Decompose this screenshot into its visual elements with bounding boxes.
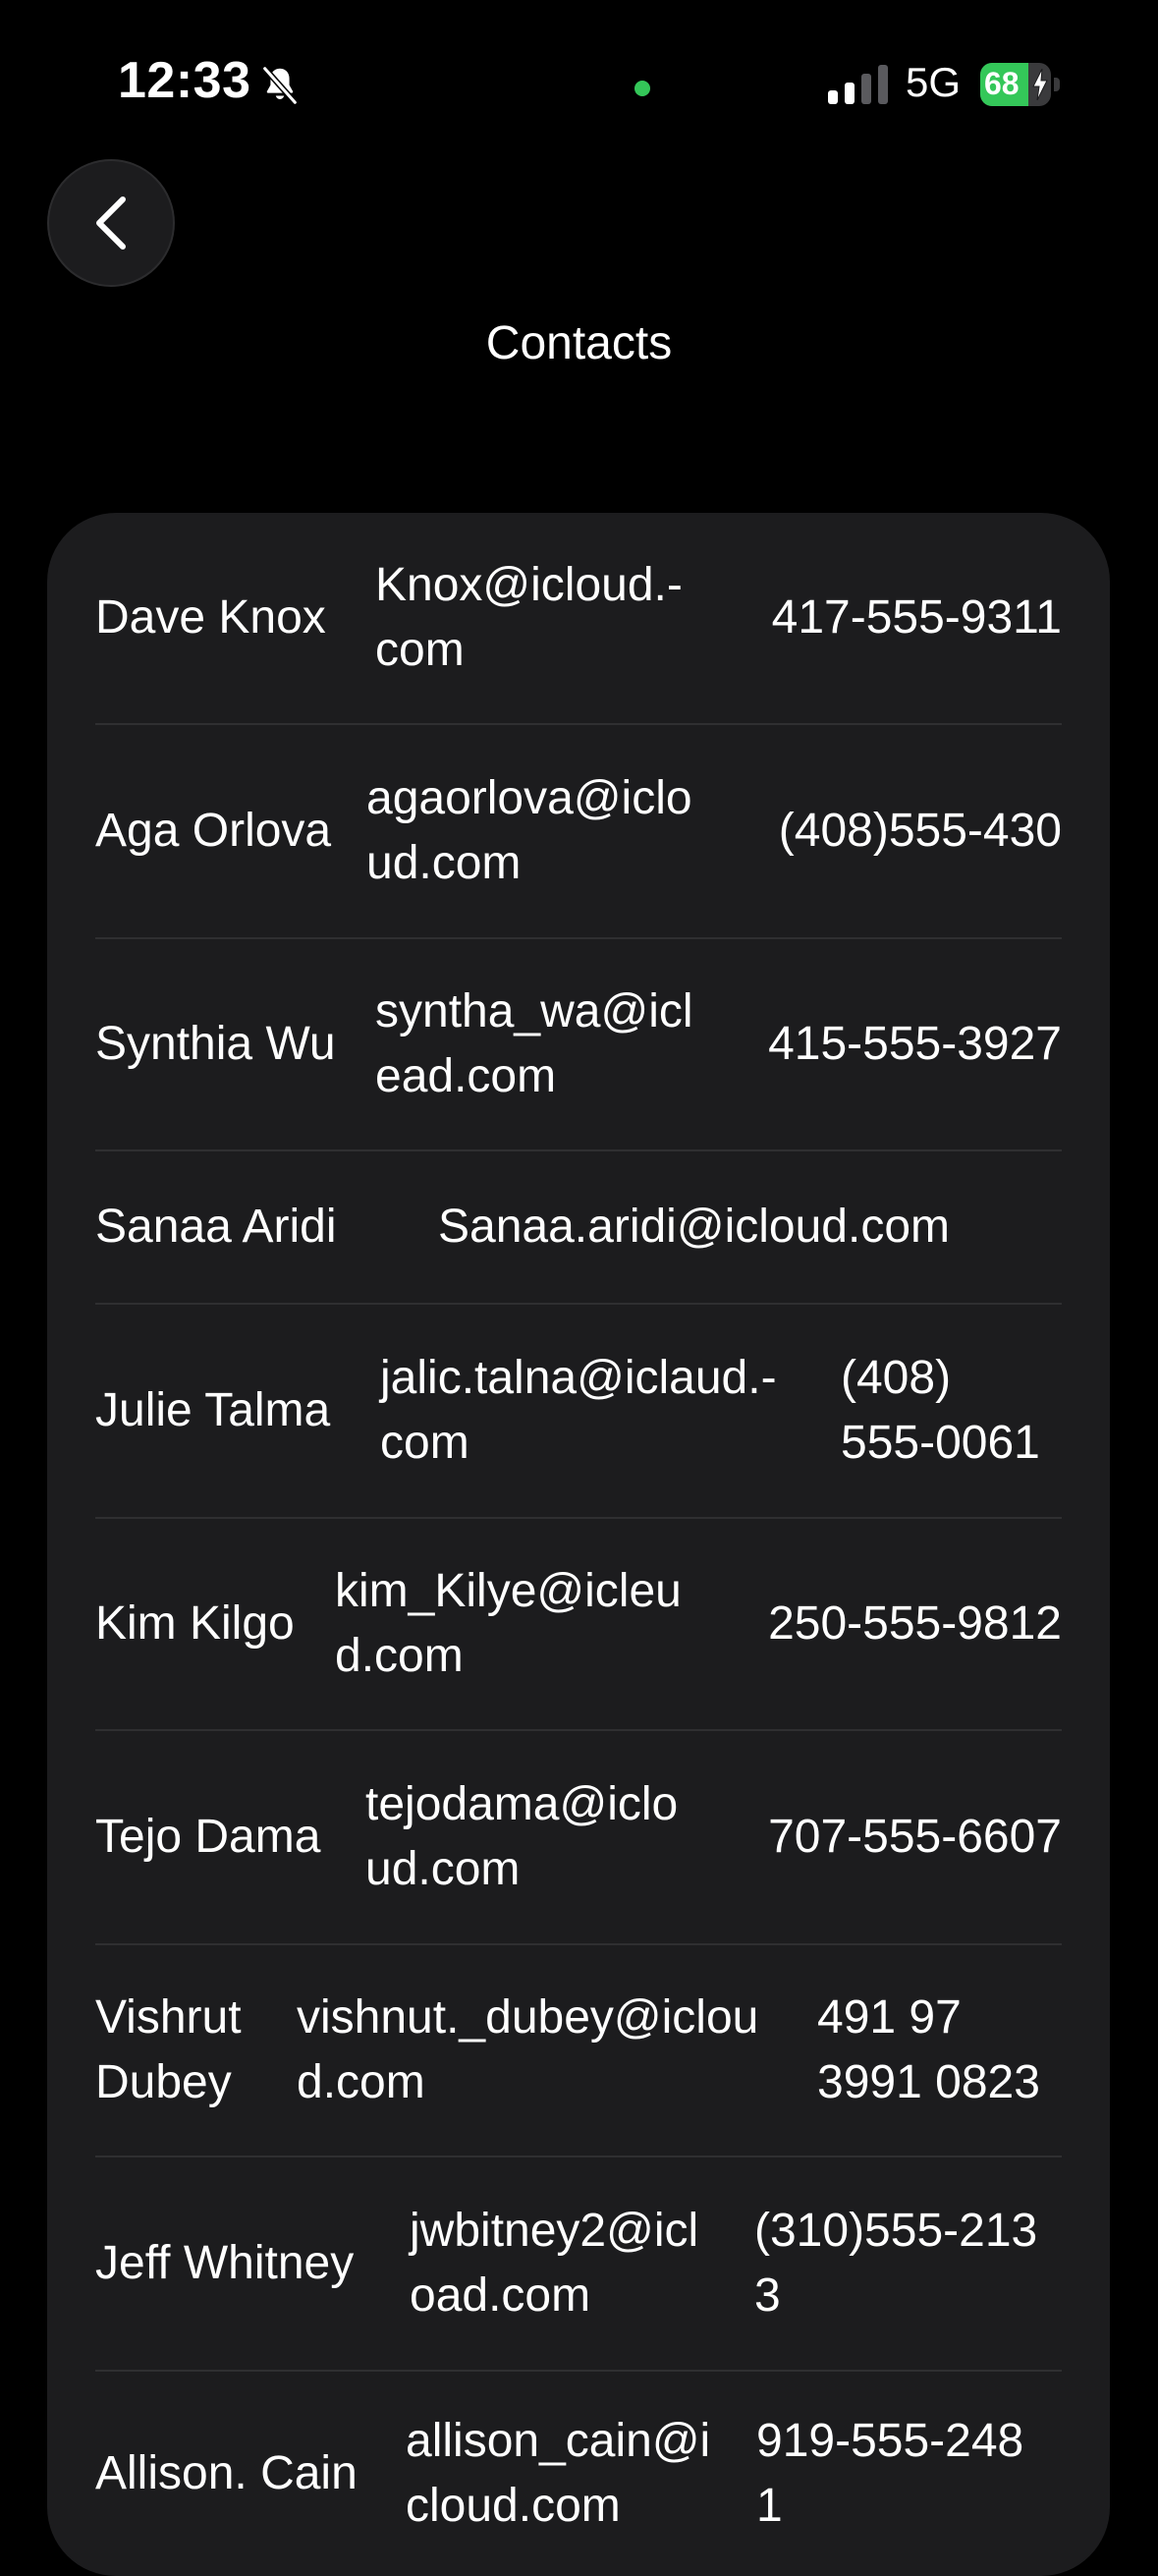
contact-email: jwbitney2@icl oad.com (410, 2205, 699, 2322)
contact-phone: 919-555-248 1 (756, 2415, 1024, 2532)
battery-charging-icon: 68 (980, 63, 1061, 106)
contact-name: Aga Orlova (95, 805, 332, 857)
privacy-dot-indicator (634, 81, 650, 96)
contact-name: Vishrut Dubey (95, 1991, 242, 2108)
contact-email: agaorlova@iclo ud.com (366, 772, 692, 889)
contact-row[interactable]: Vishrut Dubey vishnut._dubey@iclou d.com… (95, 1945, 1062, 2157)
contact-name: Synthia Wu (95, 1018, 336, 1070)
contact-phone: (408)555-430 (778, 805, 1062, 857)
contact-name: Dave Knox (95, 591, 326, 644)
charging-bolt-icon (1032, 69, 1048, 100)
contact-name: Allison. Cain (95, 2447, 358, 2499)
contact-row[interactable]: Sanaa Aridi Sanaa.aridi@icloud.com (95, 1151, 1062, 1305)
contact-name: Julie Talma (95, 1384, 331, 1436)
contact-phone: (408) 555-0061 (841, 1352, 1040, 1469)
contact-phone (940, 1151, 1062, 1303)
contact-phone: 250-555-9812 (768, 1597, 1062, 1650)
contact-email: syntha_wa@icl ead.com (375, 985, 693, 1102)
contact-name: Tejo Dama (95, 1811, 321, 1863)
page-title: Contacts (485, 317, 673, 369)
contact-email: vishnut._dubey@iclou d.com (297, 1991, 759, 2108)
contact-row[interactable]: Allison. Cain allison_cain@i cloud.com 9… (95, 2372, 1062, 2576)
bell-slash-icon (261, 65, 299, 106)
status-bar: 12:33 5G 68 (0, 0, 1158, 147)
contact-email: Knox@icloud.- com (375, 559, 683, 676)
contacts-list: Dave Knox Knox@icloud.- com 417-555-9311… (47, 513, 1110, 2576)
contact-row[interactable]: Tejo Dama tejodama@iclo ud.com 707-555-6… (95, 1731, 1062, 1945)
chevron-left-icon (96, 196, 126, 250)
network-type: 5G (906, 59, 962, 105)
contact-row[interactable]: Dave Knox Knox@icloud.- com 417-555-9311 (95, 513, 1062, 725)
battery-level: 68 (984, 66, 1020, 101)
contact-row[interactable]: Aga Orlova agaorlova@iclo ud.com (408)55… (95, 725, 1062, 939)
contact-email: allison_cain@i cloud.com (406, 2415, 711, 2532)
contact-email: Sanaa.aridi@icloud.com (438, 1201, 950, 1253)
contact-email: jalic.talna@iclaud.- com (380, 1352, 777, 1469)
contact-email: tejodama@iclo ud.com (365, 1778, 679, 1895)
contact-phone: 417-555-9311 (771, 591, 1062, 644)
contact-row[interactable]: Kim Kilgo kim_Kilye@icleu d.com 250-555-… (95, 1519, 1062, 1731)
contact-name: Kim Kilgo (95, 1597, 295, 1650)
contact-phone: (310)555-213 3 (754, 2205, 1038, 2322)
cellular-signal-icon (828, 65, 888, 104)
contact-row[interactable]: Jeff Whitney jwbitney2@icl oad.com (310)… (95, 2157, 1062, 2372)
contact-phone: 707-555-6607 (768, 1811, 1062, 1863)
contact-phone: 491 97 3991 0823 (817, 1991, 1040, 2108)
back-button[interactable] (47, 159, 175, 287)
contact-name: Sanaa Aridi (95, 1201, 337, 1253)
contact-phone: 415-555-3927 (768, 1018, 1062, 1070)
contact-name: Jeff Whitney (95, 2237, 355, 2289)
contact-row[interactable]: Synthia Wu syntha_wa@icl ead.com 415-555… (95, 939, 1062, 1151)
contact-email: kim_Kilye@icleu d.com (335, 1565, 682, 1682)
contact-row[interactable]: Julie Talma jalic.talna@iclaud.- com (40… (95, 1305, 1062, 1519)
status-time: 12:33 (118, 52, 251, 109)
